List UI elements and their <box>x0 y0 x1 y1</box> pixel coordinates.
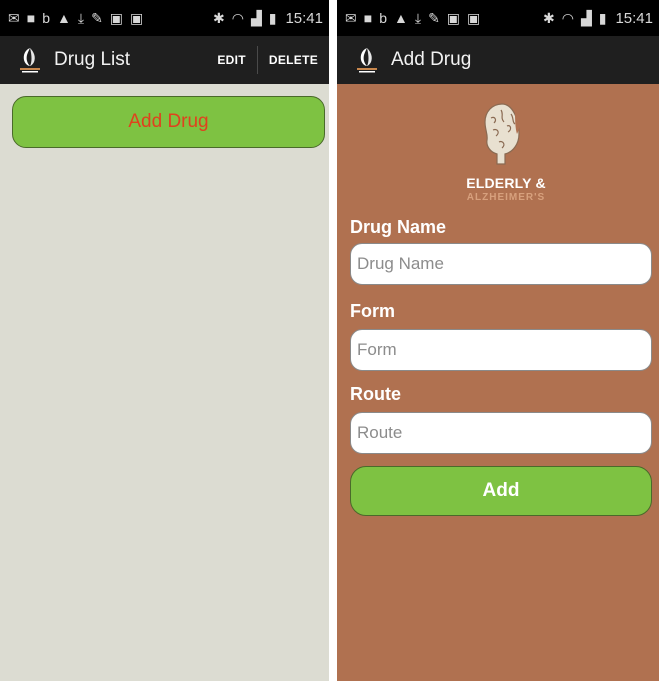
drug-list-screen: ✉ ■ b ▲ ⤓ ✎ ▣ ▣ ✱ ◠ ▟ ▮ 15:41 Drug List … <box>0 0 329 681</box>
app-logo-icon[interactable] <box>355 46 379 74</box>
image-icon: ▣ <box>109 10 124 26</box>
page-title: Add Drug <box>391 49 472 70</box>
brand-subtitle: ALZHEIMER'S <box>466 192 546 203</box>
bluetooth-icon: ✱ <box>543 10 555 26</box>
edit-button[interactable]: EDIT <box>206 36 257 84</box>
app-logo-icon <box>20 48 40 73</box>
pen-icon: ✎ <box>428 10 440 26</box>
page-title: Drug List <box>54 49 131 70</box>
action-bar: Add Drug <box>337 36 659 84</box>
video-icon: ■ <box>363 10 373 26</box>
battery-icon: ▮ <box>268 10 277 26</box>
video-icon: ■ <box>26 10 36 26</box>
status-bar: ✉ ■ b ▲ ⤓ ✎ ▣ ▣ ✱ ◠ ▟ ▮ 15:41 <box>0 0 329 36</box>
form-label: Form <box>350 301 395 321</box>
drug-name-label: Drug Name <box>350 217 447 237</box>
status-bar: ✉ ■ b ▲ ⤓ ✎ ▣ ▣ ✱ ◠ ▟ ▮ 15:41 <box>337 0 659 36</box>
warning-icon: ▲ <box>57 10 71 26</box>
add-button[interactable]: Add <box>350 466 652 516</box>
status-time: 15:41 <box>285 9 323 27</box>
image-icon: ▣ <box>446 10 461 26</box>
form-input[interactable] <box>350 329 652 371</box>
drug-name-input[interactable] <box>350 243 652 285</box>
wifi-icon: ◠ <box>561 10 574 26</box>
download-icon: ⤓ <box>77 10 85 26</box>
mail-icon: ✉ <box>345 10 357 26</box>
signal-icon: ▟ <box>580 10 592 26</box>
battery-icon: ▮ <box>598 10 607 26</box>
pen-icon: ✎ <box>91 10 103 26</box>
signal-icon: ▟ <box>250 10 262 26</box>
warning-icon: ▲ <box>394 10 408 26</box>
image-icon: ▣ <box>467 10 481 26</box>
add-drug-screen: ✉ ■ b ▲ ⤓ ✎ ▣ ▣ ✱ ◠ ▟ ▮ 15:41 Add Drug E… <box>337 0 659 681</box>
status-time: 15:41 <box>615 9 653 27</box>
beats-icon: b <box>42 10 50 26</box>
wifi-icon: ◠ <box>231 10 244 26</box>
add-drug-button[interactable]: Add Drug <box>12 96 325 148</box>
route-input[interactable] <box>350 412 652 454</box>
download-icon: ⤓ <box>414 10 422 26</box>
action-bar: Drug List EDIT DELETE <box>0 36 329 84</box>
delete-button[interactable]: DELETE <box>258 36 329 84</box>
brain-logo-icon <box>484 103 520 165</box>
brand-name: ELDERLY & <box>466 175 546 191</box>
mail-icon: ✉ <box>8 10 20 26</box>
route-label: Route <box>350 384 401 404</box>
image-icon: ▣ <box>130 10 144 26</box>
beats-icon: b <box>379 10 387 26</box>
bluetooth-icon: ✱ <box>213 10 225 26</box>
